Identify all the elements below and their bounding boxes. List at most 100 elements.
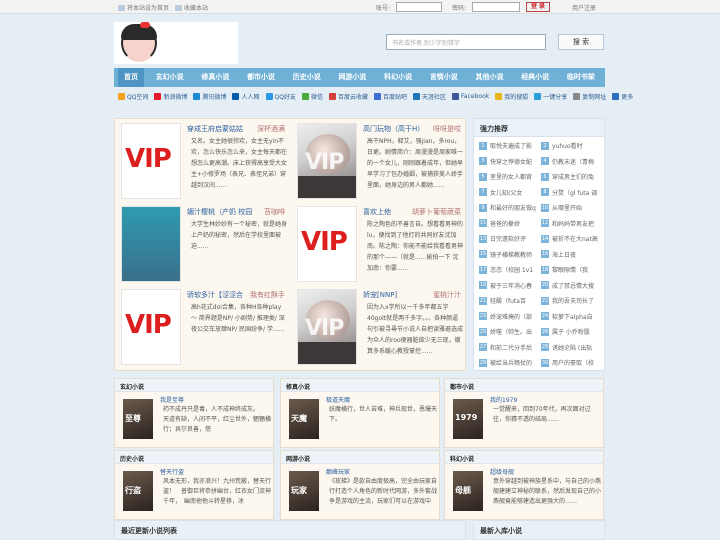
recommend-item[interactable]: 30 用户的豪取（校 <box>541 357 601 368</box>
bookmark-link[interactable]: 收藏本站 <box>175 3 208 12</box>
share-label[interactable]: 百度云收藏 <box>338 92 368 101</box>
book-title[interactable]: 娇宠[NNP] <box>363 290 397 300</box>
book-cover[interactable]: VIP <box>297 289 357 365</box>
share-item[interactable]: 新浪微博 <box>154 92 187 101</box>
book-title[interactable]: 喜欢上他 <box>363 207 391 217</box>
category-book-title[interactable]: 替天行盗 <box>160 467 184 476</box>
account-input[interactable] <box>396 2 442 12</box>
category-book-title[interactable]: 超级母舰 <box>490 467 514 476</box>
recommend-item[interactable]: 28 诱她沦陷 (出轨 <box>541 342 601 353</box>
share-label[interactable]: 一键分享 <box>543 92 567 101</box>
recommend-item[interactable]: 3 快穿之悖德女配 <box>479 156 539 167</box>
recommend-title-text[interactable]: 恣恣（校园 1v1 <box>490 265 533 274</box>
recommend-item[interactable]: 6 穿成男主们的兔 <box>541 171 601 182</box>
category-book-title[interactable]: 极道天魔 <box>326 395 350 404</box>
share-label[interactable]: QQ好友 <box>275 92 296 101</box>
share-label[interactable]: 百度贴吧 <box>383 92 407 101</box>
share-item[interactable]: Facebook <box>452 92 489 100</box>
recommend-item[interactable]: 12 和妈妈带男友把 <box>541 218 601 229</box>
recommend-item[interactable]: 29 被给当兵畅仗的 <box>479 357 539 368</box>
category-book-cover[interactable]: 至尊 <box>123 399 153 439</box>
search-input[interactable]: 书名或作者,别少字别错字 <box>386 34 546 50</box>
recommend-title-text[interactable]: 属于 小乔粉骰 <box>552 327 590 336</box>
nav-item[interactable]: 修真小说 <box>195 68 235 87</box>
recommend-item[interactable]: 26 属于 小乔粉骰 <box>541 326 601 337</box>
share-label[interactable]: 天涯社区 <box>422 92 446 101</box>
book-cover[interactable]: VIP <box>121 123 181 199</box>
category-book-cover[interactable]: 行盗 <box>123 471 153 511</box>
share-item[interactable]: 百度云收藏 <box>328 92 368 101</box>
recommend-item[interactable]: 23 娇宠难掩的（部 <box>479 311 539 322</box>
recommend-item[interactable]: 21 轻酸（futa百 <box>479 295 539 306</box>
search-button[interactable]: 搜 索 <box>558 34 604 50</box>
recommend-title-text[interactable]: 镜子横梯教教师 <box>490 250 532 259</box>
recommend-item[interactable]: 27 和前二代分手后 <box>479 342 539 353</box>
share-label[interactable]: Facebook <box>461 93 489 100</box>
share-label[interactable]: 更多 <box>621 92 633 101</box>
book-title[interactable]: 媚汁樱桃（产奶 校园 <box>187 207 252 217</box>
book-author[interactable]: 深杯酒满 <box>257 124 285 134</box>
recommend-title-text[interactable]: 和前二代分手后 <box>490 343 532 352</box>
category-book-title[interactable]: 我的1979 <box>490 395 517 404</box>
share-label[interactable]: 微信 <box>311 92 323 101</box>
login-button[interactable]: 登 录 <box>526 2 550 12</box>
recommend-title-text[interactable]: 和最好的朋友做q <box>490 203 536 212</box>
share-item[interactable]: QQ好友 <box>265 92 296 101</box>
password-input[interactable] <box>472 2 520 12</box>
category-book-cover[interactable]: 1979 <box>453 399 483 439</box>
share-item[interactable]: QQ空间 <box>118 92 148 101</box>
nav-item[interactable]: 玄幻小说 <box>150 68 190 87</box>
recommend-item[interactable]: 19 被于三年消心春 <box>479 280 539 291</box>
share-label[interactable]: 我的搜狐 <box>504 92 528 101</box>
recommend-title-text[interactable]: 取悦夫遍成了影 <box>490 141 532 150</box>
recommend-title-text[interactable]: 海上日夜 <box>552 250 576 259</box>
recommend-title-text[interactable]: 娇宠难掩的（部 <box>490 312 532 321</box>
bookmark-text[interactable]: 收藏本站 <box>184 5 208 12</box>
book-author[interactable]: 呀呀是哎 <box>433 124 461 134</box>
share-label[interactable]: 复制网址 <box>582 92 606 101</box>
site-logo[interactable] <box>114 22 238 64</box>
book-author[interactable]: 胡萝卜葡萄蔬菜 <box>412 207 461 217</box>
book-author[interactable]: 苔咖啡 <box>264 207 285 217</box>
category-book-cover[interactable]: 玩家 <box>289 471 319 511</box>
category-title[interactable]: 修真小说 <box>281 379 439 392</box>
share-item[interactable]: 人人网 <box>232 92 260 101</box>
nav-item[interactable]: 都市小说 <box>241 68 281 87</box>
nav-item[interactable]: 临时书架 <box>561 68 601 87</box>
recommend-title-text[interactable]: 诱她沦陷 (出轨 <box>552 343 592 352</box>
recommend-title-text[interactable]: 成了禁忌情大搜 <box>552 281 594 290</box>
recommend-title-text[interactable]: 女儿知(父女 <box>490 188 522 197</box>
recommend-item[interactable]: 16 海上日夜 <box>541 249 601 260</box>
book-cover[interactable] <box>121 206 181 282</box>
nav-item[interactable]: 历史小说 <box>287 68 327 87</box>
nav-item[interactable]: 网游小说 <box>332 68 372 87</box>
recommend-item[interactable]: 15 镜子横梯教教师 <box>479 249 539 260</box>
nav-item[interactable]: 言情小说 <box>424 68 464 87</box>
book-title[interactable]: 骄软多汁【涩涩合 <box>187 290 243 300</box>
recommend-title-text[interactable]: 软萝下alpha自 <box>552 312 593 321</box>
recommend-title-text[interactable]: 用户的豪取（校 <box>552 358 594 367</box>
category-title[interactable]: 玄幻小说 <box>115 379 273 392</box>
book-cover[interactable]: VIP <box>297 123 357 199</box>
book-title[interactable]: 穿成王府启蒙姑姑 <box>187 124 243 134</box>
recommend-item[interactable]: 14 被折不在大nat高 <box>541 233 601 244</box>
recommend-title-text[interactable]: 被于三年消心春 <box>490 281 532 290</box>
category-book-title[interactable]: 巅峰玩家 <box>326 467 350 476</box>
nav-item[interactable]: 科幻小说 <box>378 68 418 87</box>
recommend-item[interactable]: 24 软萝下alpha自 <box>541 311 601 322</box>
book-title[interactable]: 高门玩物（高干H） <box>363 124 424 134</box>
recommend-title-text[interactable]: 从哪里开始 <box>552 203 582 212</box>
recommend-title-text[interactable]: 仍教未迷（青梅 <box>552 157 594 166</box>
category-title[interactable]: 都市小说 <box>445 379 603 392</box>
recommend-item[interactable]: 9 和最好的朋友做q <box>479 202 539 213</box>
recommend-item[interactable]: 10 从哪里开始 <box>541 202 601 213</box>
share-item[interactable]: 一键分享 <box>534 92 567 101</box>
book-author[interactable]: 我有红酥手 <box>250 290 285 300</box>
recommend-title-text[interactable]: 被给当兵畅仗的 <box>490 358 532 367</box>
share-item[interactable]: 百度贴吧 <box>373 92 407 101</box>
recommend-title-text[interactable]: 黎眼隙情（我 <box>552 265 588 274</box>
recommend-item[interactable]: 22 我的吾夫司长了 <box>541 295 601 306</box>
recommend-title-text[interactable]: 日完遗软好评 <box>490 234 526 243</box>
category-title[interactable]: 网游小说 <box>281 451 439 464</box>
recommend-title-text[interactable]: 穿成男主们的兔 <box>552 172 594 181</box>
